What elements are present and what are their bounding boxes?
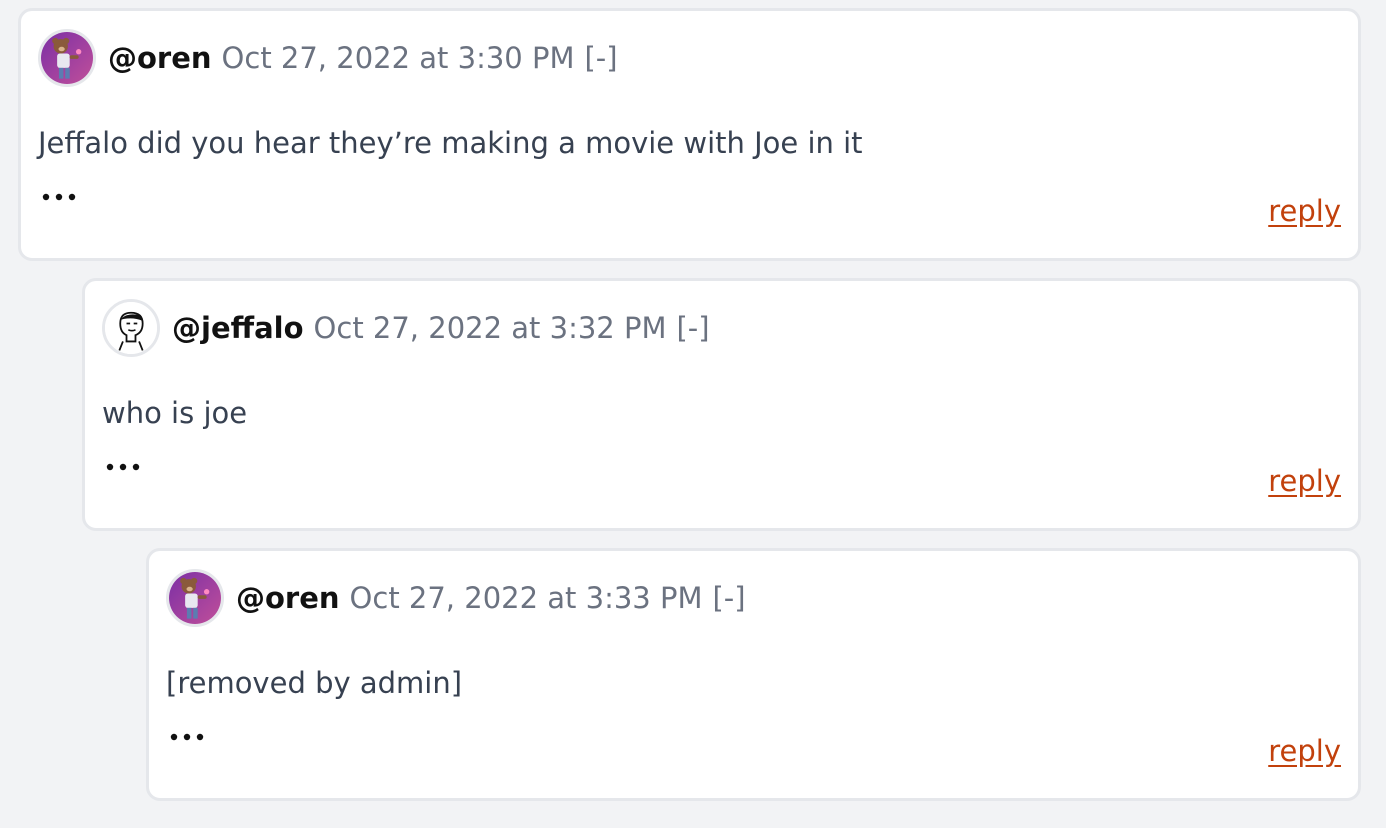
username[interactable]: @jeffalo (172, 311, 304, 345)
ellipsis-icon[interactable] (104, 459, 142, 475)
timestamp: Oct 27, 2022 at 3:30 PM (221, 41, 575, 75)
comment-body: who is joe (102, 396, 248, 430)
avatar[interactable] (166, 569, 224, 627)
reply-link[interactable]: reply (1268, 464, 1341, 498)
ellipsis-icon[interactable] (40, 189, 78, 205)
collapse-toggle[interactable]: [-] (676, 311, 709, 345)
comment-body: [removed by admin] (166, 666, 463, 700)
reply-link[interactable]: reply (1268, 194, 1341, 228)
doodle-face-avatar-icon (105, 302, 157, 354)
ellipsis-icon[interactable] (168, 729, 206, 745)
comment-card: @jeffalo Oct 27, 2022 at 3:32 PM [-] who… (82, 278, 1361, 531)
comment-body: Jeffalo did you hear they’re making a mo… (38, 126, 863, 160)
collapse-toggle[interactable]: [-] (712, 581, 745, 615)
avatar[interactable] (38, 29, 96, 87)
comment-header: @oren Oct 27, 2022 at 3:30 PM [-] (38, 29, 618, 87)
comment-header: @jeffalo Oct 27, 2022 at 3:32 PM [-] (102, 299, 710, 357)
timestamp: Oct 27, 2022 at 3:33 PM (349, 581, 703, 615)
bear-avatar-icon (169, 572, 221, 624)
comment-card: @oren Oct 27, 2022 at 3:30 PM [-] Jeffal… (18, 8, 1361, 261)
timestamp: Oct 27, 2022 at 3:32 PM (313, 311, 667, 345)
comment-header: @oren Oct 27, 2022 at 3:33 PM [-] (166, 569, 746, 627)
collapse-toggle[interactable]: [-] (584, 41, 617, 75)
reply-link[interactable]: reply (1268, 734, 1341, 768)
comment-card: @oren Oct 27, 2022 at 3:33 PM [-] [remov… (146, 548, 1361, 801)
username[interactable]: @oren (108, 41, 212, 75)
bear-avatar-icon (41, 32, 93, 84)
avatar[interactable] (102, 299, 160, 357)
username[interactable]: @oren (236, 581, 340, 615)
